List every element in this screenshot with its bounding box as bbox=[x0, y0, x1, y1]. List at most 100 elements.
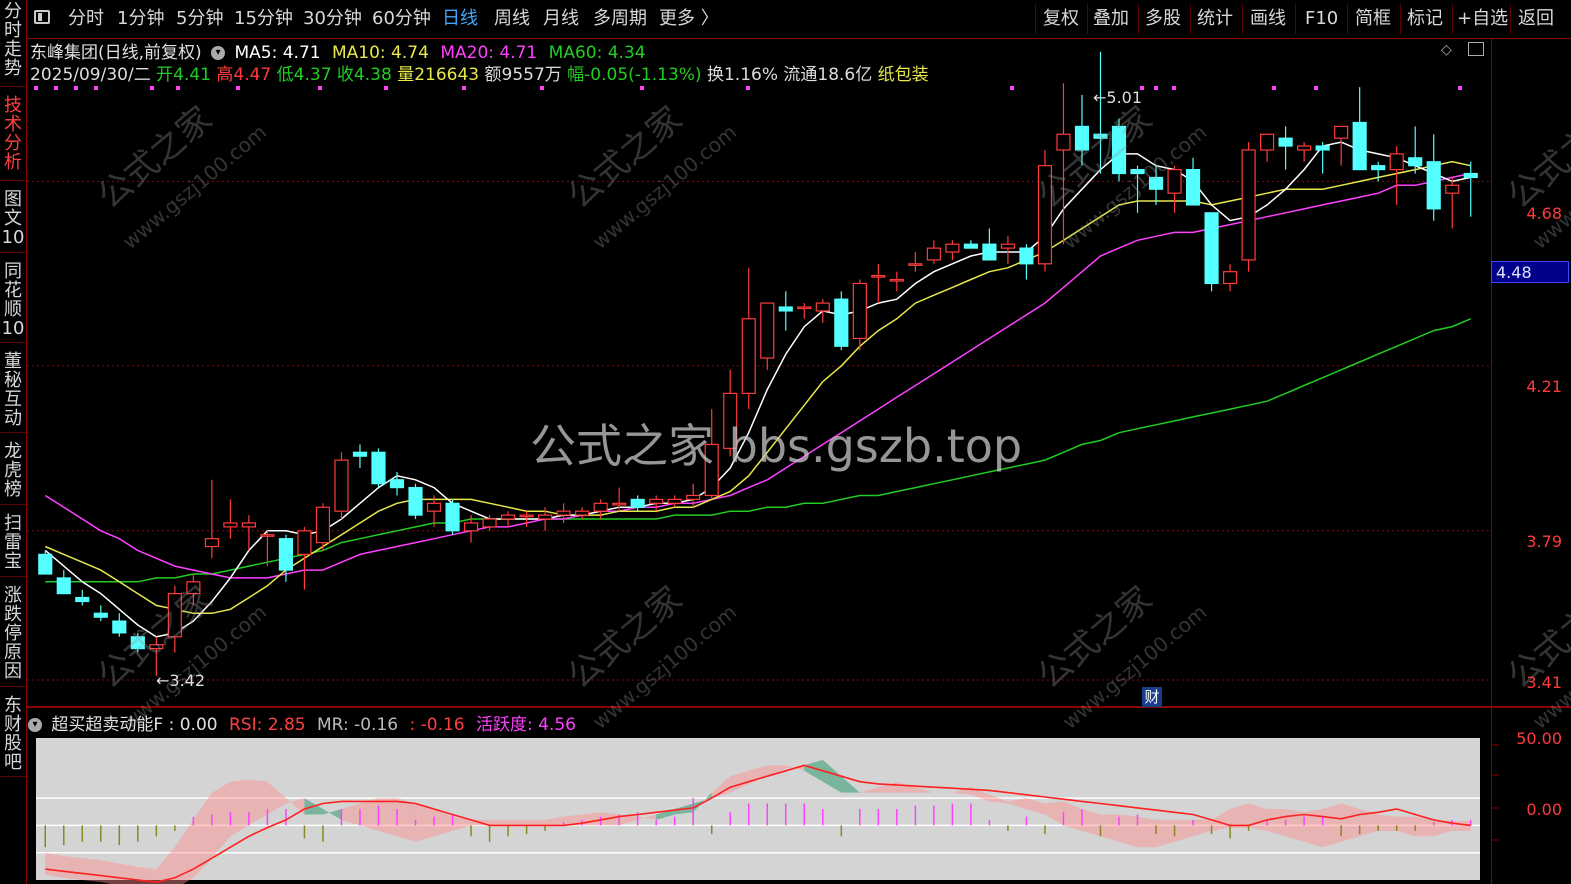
signal-dot bbox=[746, 86, 750, 90]
candle-body bbox=[612, 502, 627, 506]
candle-body bbox=[1278, 137, 1293, 147]
rsi-value: RSI: 2.85 bbox=[228, 715, 306, 735]
candle-body bbox=[538, 514, 553, 520]
candle-body bbox=[482, 518, 497, 528]
candle-body bbox=[223, 522, 238, 528]
finance-badge[interactable]: 财 bbox=[1142, 687, 1162, 707]
indicator-fill bbox=[378, 798, 397, 837]
indicator-fill bbox=[1137, 816, 1157, 848]
candle-body bbox=[908, 263, 923, 266]
signal-dot bbox=[1010, 86, 1014, 90]
indicator-fill bbox=[1341, 803, 1360, 842]
indicator-fill bbox=[45, 852, 64, 878]
ma5-line bbox=[44, 141, 1471, 638]
candle-body bbox=[500, 514, 516, 520]
chevron-down-icon[interactable]: ▾ bbox=[28, 718, 42, 732]
candle-body bbox=[278, 538, 294, 571]
candle-body bbox=[778, 306, 793, 312]
indicator-tick: 50.00 bbox=[1516, 729, 1562, 748]
candle-body bbox=[1445, 184, 1460, 194]
watermark-tile: 公式之家 bbox=[90, 99, 220, 217]
candle-body bbox=[593, 502, 608, 512]
extra-value: : -0.16 bbox=[409, 715, 465, 735]
candle-body bbox=[463, 522, 479, 532]
candle-body bbox=[1408, 157, 1423, 167]
price-tick: 3.79 bbox=[1526, 532, 1562, 551]
indicator-fill bbox=[100, 860, 120, 884]
indicator-fill bbox=[359, 798, 379, 831]
candle-body bbox=[1000, 243, 1016, 249]
candle-body bbox=[519, 514, 534, 518]
watermark-tile: 公式之家 bbox=[1030, 579, 1160, 697]
candle-body bbox=[1167, 168, 1182, 194]
candle-body bbox=[760, 302, 775, 359]
candle-body bbox=[75, 596, 90, 603]
candle-body bbox=[1185, 168, 1201, 206]
candle-body bbox=[112, 620, 127, 634]
signal-dot bbox=[176, 86, 180, 90]
candle-body bbox=[834, 298, 849, 347]
candle-body bbox=[741, 318, 756, 394]
candle-body bbox=[1297, 145, 1312, 151]
indicator-fill bbox=[489, 819, 509, 826]
current-price-tag: 4.48 bbox=[1491, 261, 1569, 283]
indicator-fill bbox=[119, 863, 138, 884]
high-annotation: ←5.01 bbox=[1093, 88, 1143, 107]
candle-body bbox=[1352, 121, 1367, 171]
indicator-fill bbox=[1119, 814, 1138, 848]
candle-body bbox=[352, 451, 368, 457]
candle-body bbox=[797, 306, 812, 310]
candle-body bbox=[815, 302, 830, 312]
indicator-fill bbox=[82, 858, 101, 883]
candle-body bbox=[1426, 161, 1441, 210]
indicator-fill bbox=[526, 819, 546, 826]
signal-dot bbox=[1458, 86, 1462, 90]
candle-body bbox=[852, 282, 867, 340]
signal-dot bbox=[1272, 86, 1276, 90]
watermark-tile: 公式之家 bbox=[560, 99, 690, 217]
signal-dot bbox=[384, 86, 388, 90]
candle-body bbox=[426, 502, 442, 512]
candle-body bbox=[93, 612, 108, 618]
signal-dot bbox=[640, 86, 644, 90]
candle-body bbox=[871, 275, 886, 278]
candle-body bbox=[1463, 172, 1478, 179]
candle-body bbox=[982, 243, 997, 261]
candle-body bbox=[56, 577, 71, 595]
candle-body bbox=[1241, 149, 1256, 261]
indicator-header: ▾ 超买超卖动能F : 0.00 RSI: 2.85 MR: -0.16 : -… bbox=[28, 710, 1490, 736]
candle-body bbox=[556, 510, 571, 516]
indicator-fill bbox=[508, 819, 527, 826]
signal-dot bbox=[74, 86, 78, 90]
watermark-tile: 公式之家 bbox=[1030, 99, 1160, 217]
indicator-fill bbox=[1285, 809, 1305, 842]
candle-body bbox=[963, 243, 978, 249]
signal-dot bbox=[318, 86, 322, 90]
candle-body bbox=[1019, 247, 1034, 265]
candle-body bbox=[667, 498, 682, 504]
candle-body bbox=[1371, 165, 1386, 171]
candle-body bbox=[575, 510, 590, 516]
signal-dot bbox=[54, 86, 58, 90]
ma20-line bbox=[44, 172, 1471, 579]
mr-value: MR: -0.16 bbox=[317, 715, 399, 735]
indicator-fill bbox=[397, 798, 416, 842]
candle-body bbox=[1389, 153, 1404, 171]
candle-body bbox=[334, 459, 349, 512]
candle-body bbox=[926, 247, 941, 261]
signal-dot bbox=[236, 86, 240, 90]
candle-body bbox=[1056, 133, 1071, 151]
signal-dot bbox=[1172, 86, 1176, 90]
price-tick: 3.41 bbox=[1526, 673, 1562, 692]
candle-body bbox=[1204, 212, 1219, 285]
candle-body bbox=[445, 502, 460, 532]
candle-body bbox=[241, 522, 256, 528]
signal-dot bbox=[462, 86, 466, 90]
candle-body bbox=[389, 479, 405, 489]
indicator-name[interactable]: 超买超卖动能F bbox=[51, 715, 163, 735]
signal-dot bbox=[1154, 86, 1158, 90]
indicator-tick: 0.00 bbox=[1526, 800, 1562, 819]
candle-body bbox=[38, 553, 53, 575]
candle-body bbox=[204, 538, 219, 548]
candle-body bbox=[686, 494, 701, 500]
